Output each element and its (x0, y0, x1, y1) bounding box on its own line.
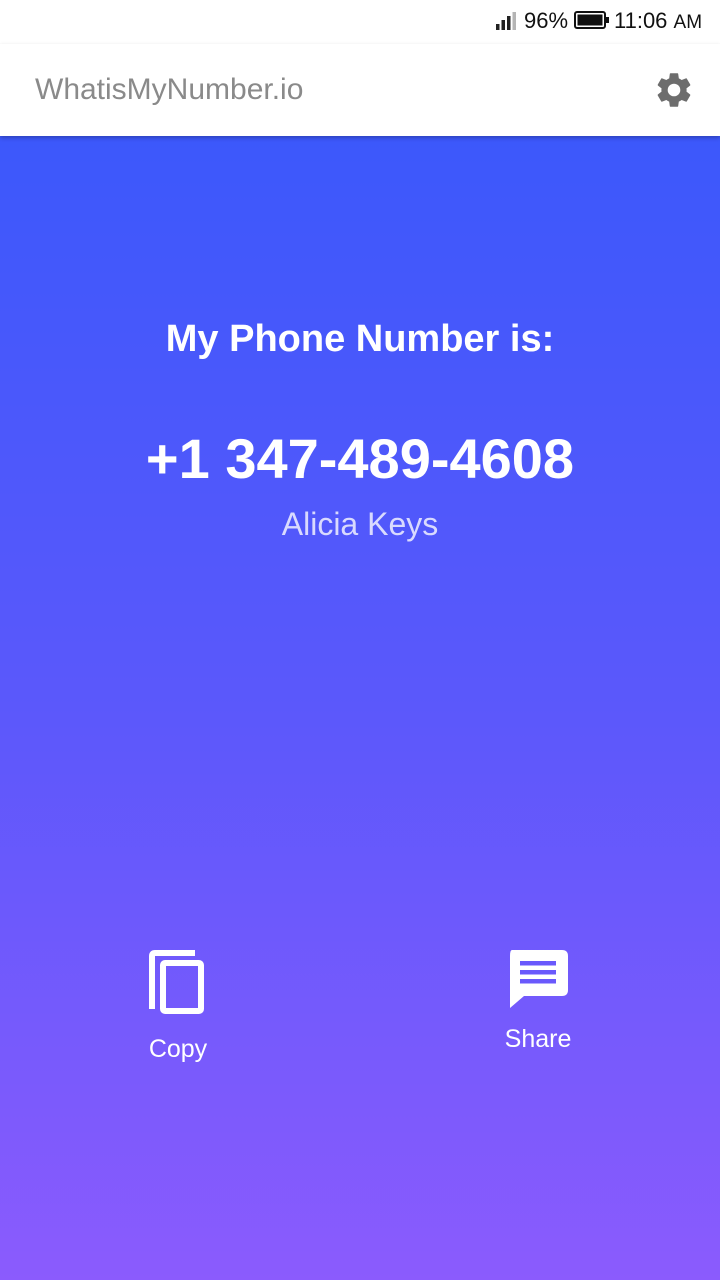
clock-time: 11:06 (614, 8, 668, 33)
app-title: WhatisMyNumber.io (35, 73, 304, 106)
heading: My Phone Number is: (165, 318, 555, 360)
main-panel: My Phone Number is: +1 347-489-4608 Alic… (0, 136, 720, 1280)
copy-label: Copy (148, 1035, 208, 1063)
battery-percent: 96% (524, 8, 569, 33)
copy-icon (149, 950, 204, 1014)
message-icon (510, 950, 568, 1008)
status-bar: 96% 11:06 AM (0, 0, 720, 44)
app-bar: WhatisMyNumber.io (0, 44, 720, 136)
copy-button[interactable]: Copy (108, 948, 248, 1064)
share-button[interactable]: Share (468, 948, 608, 1054)
signal-icon (496, 12, 516, 30)
settings-button[interactable] (650, 66, 698, 114)
gear-icon (657, 73, 691, 107)
clock-ampm: AM (673, 12, 703, 33)
battery-icon (574, 11, 609, 29)
phone-number: +1 347-489-4608 (145, 427, 575, 490)
owner-name: Alicia Keys (281, 506, 439, 542)
share-label: Share (504, 1025, 572, 1053)
clock: 11:06 AM (614, 8, 702, 36)
